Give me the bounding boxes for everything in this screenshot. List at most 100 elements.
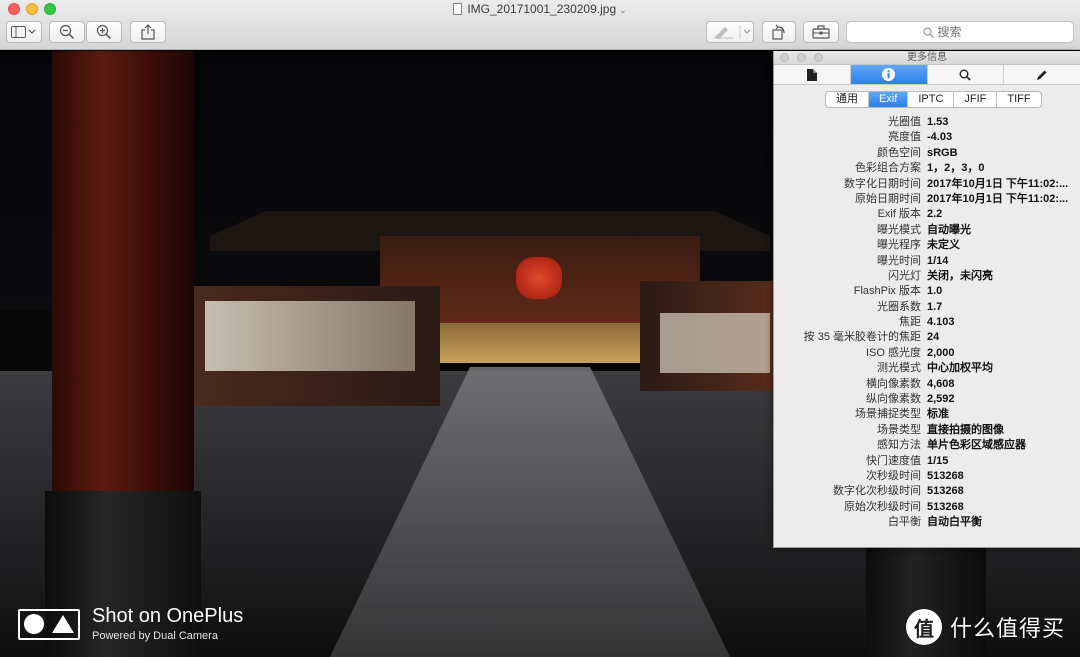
- image-file-icon: [453, 3, 463, 15]
- exif-value[interactable]: 未定义: [927, 238, 1075, 253]
- exif-value[interactable]: 1/15: [927, 454, 1075, 469]
- exif-row: 测光模式 中心加权平均: [774, 361, 1080, 376]
- exif-row: 颜色空间 sRGB: [774, 146, 1080, 161]
- exif-row: Exif 版本 2.2: [774, 207, 1080, 222]
- photo-right-hall-lights: [660, 313, 770, 373]
- exif-value[interactable]: 标准: [927, 407, 1075, 422]
- exif-value[interactable]: -4.03: [927, 130, 1075, 145]
- exif-key: 场景捕捉类型: [855, 408, 921, 421]
- exif-row: 场景捕捉类型 标准: [774, 407, 1080, 422]
- rotate-button[interactable]: [762, 21, 796, 43]
- exif-value[interactable]: 2,592: [927, 392, 1075, 407]
- tab-general-info[interactable]: [774, 65, 851, 84]
- photo-red-lantern: [516, 257, 562, 299]
- exif-value[interactable]: 2017年10月1日 下午11:02:...: [927, 177, 1075, 192]
- exif-row: 感知方法 单片色彩区域感应器: [774, 438, 1080, 453]
- rotate-icon: [772, 24, 785, 40]
- exif-row: 快门速度值 1/15: [774, 454, 1080, 469]
- exif-value[interactable]: 24: [927, 330, 1075, 345]
- exif-key: 光圈值: [888, 116, 921, 128]
- tab-inspect[interactable]: [928, 65, 1005, 84]
- markup-button[interactable]: [706, 21, 754, 43]
- segment-tiff[interactable]: TIFF: [997, 92, 1040, 107]
- exif-key: 原始次秒级时间: [844, 500, 921, 513]
- watermark-subtitle: Powered by Dual Camera: [92, 630, 218, 642]
- watermark-title: Shot on OnePlus: [92, 605, 244, 627]
- search-icon: [922, 26, 934, 38]
- exif-key: 场景类型: [877, 423, 921, 436]
- panel-titlebar: 更多信息: [774, 51, 1080, 65]
- exif-key: 按 35 毫米胶卷计的焦距: [803, 331, 921, 344]
- share-button[interactable]: [130, 21, 166, 43]
- exif-row: 纵向像素数 2,592: [774, 392, 1080, 407]
- exif-value[interactable]: 2.2: [927, 207, 1075, 222]
- exif-row: ISO 感光度 2,000: [774, 346, 1080, 361]
- exif-value[interactable]: 513268: [927, 469, 1075, 484]
- exif-row: 曝光模式 自动曝光: [774, 223, 1080, 238]
- segment-exif[interactable]: Exif: [869, 92, 909, 107]
- exif-value[interactable]: 4,608: [927, 377, 1075, 392]
- exif-value[interactable]: sRGB: [927, 146, 1075, 161]
- panel-icon-tabs: [774, 65, 1080, 85]
- site-logo-icon: 值: [906, 609, 942, 645]
- site-watermark: 值 什么值得买: [906, 609, 1065, 645]
- exif-value[interactable]: 513268: [927, 484, 1075, 499]
- title-menu-chevron-icon[interactable]: ⌄: [619, 5, 627, 15]
- exif-key: 次秒级时间: [866, 469, 921, 482]
- search-input[interactable]: [937, 25, 998, 39]
- exif-value[interactable]: 1，2，3，0: [927, 161, 1075, 176]
- segment-jfif[interactable]: JFIF: [954, 92, 998, 107]
- exif-value[interactable]: 关闭，未闪亮: [927, 269, 1075, 284]
- exif-value[interactable]: 1.0: [927, 284, 1075, 299]
- tab-info[interactable]: [850, 65, 928, 84]
- tab-annotate[interactable]: [1004, 65, 1080, 84]
- exif-key: 感知方法: [877, 439, 921, 452]
- info-icon: [882, 68, 896, 81]
- site-name: 什么值得买: [950, 616, 1066, 641]
- zoom-in-button[interactable]: [86, 21, 122, 43]
- dual-camera-logo-icon: [18, 608, 80, 640]
- exif-key: 快门速度值: [866, 454, 921, 467]
- exif-key: 纵向像素数: [866, 393, 921, 406]
- window-titlebar: IMG_20171001_230209.jpg ⌄: [0, 0, 1080, 50]
- exif-row: FlashPix 版本 1.0: [774, 284, 1080, 299]
- exif-key: 数字化日期时间: [844, 177, 921, 190]
- exif-value[interactable]: 1/14: [927, 254, 1075, 269]
- panel-zoom-button[interactable]: [814, 53, 823, 62]
- exif-value[interactable]: 自动曝光: [927, 223, 1075, 238]
- sidebar-view-button[interactable]: [6, 21, 42, 43]
- segment-general[interactable]: 通用: [826, 92, 869, 107]
- exif-value[interactable]: 自动白平衡: [927, 515, 1075, 530]
- search-field[interactable]: [846, 21, 1074, 43]
- share-icon: [141, 24, 155, 40]
- segment-iptc[interactable]: IPTC: [908, 92, 955, 107]
- magnifier-icon: [959, 69, 971, 81]
- exif-row: 闪光灯 关闭，未闪亮: [774, 269, 1080, 284]
- document-icon: [806, 68, 817, 81]
- exif-value[interactable]: 513268: [927, 500, 1075, 515]
- exif-value[interactable]: 1.53: [927, 115, 1075, 130]
- exif-value[interactable]: 1.7: [927, 300, 1075, 315]
- zoom-out-button[interactable]: [49, 21, 85, 43]
- exif-key: ISO 感光度: [865, 346, 921, 359]
- exif-key: 光圈系数: [877, 300, 921, 313]
- exif-value[interactable]: 2,000: [927, 346, 1075, 361]
- exif-value[interactable]: 单片色彩区域感应器: [927, 438, 1075, 453]
- exif-key: Exif 版本: [877, 208, 921, 221]
- exif-key: FlashPix 版本: [853, 285, 921, 298]
- exif-value[interactable]: 中心加权平均: [927, 361, 1075, 376]
- exif-row: 色彩组合方案 1，2，3，0: [774, 161, 1080, 176]
- document-title-area[interactable]: IMG_20171001_230209.jpg ⌄: [0, 1, 1080, 18]
- document-title: IMG_20171001_230209.jpg: [467, 2, 617, 16]
- exif-key: 横向像素数: [866, 377, 921, 390]
- panel-close-button[interactable]: [780, 53, 789, 62]
- exif-row: 场景类型 直接拍摄的图像: [774, 423, 1080, 438]
- toolbox-button[interactable]: [803, 21, 839, 43]
- exif-value[interactable]: 直接拍摄的图像: [927, 423, 1075, 438]
- exif-row: 数字化次秒级时间 513268: [774, 484, 1080, 499]
- zoom-out-icon: [59, 24, 75, 40]
- exif-value[interactable]: 4.103: [927, 315, 1075, 330]
- exif-value[interactable]: 2017年10月1日 下午11:02:...: [927, 192, 1075, 207]
- panel-minimize-button[interactable]: [797, 53, 806, 62]
- exif-row: 白平衡 自动白平衡: [774, 515, 1080, 530]
